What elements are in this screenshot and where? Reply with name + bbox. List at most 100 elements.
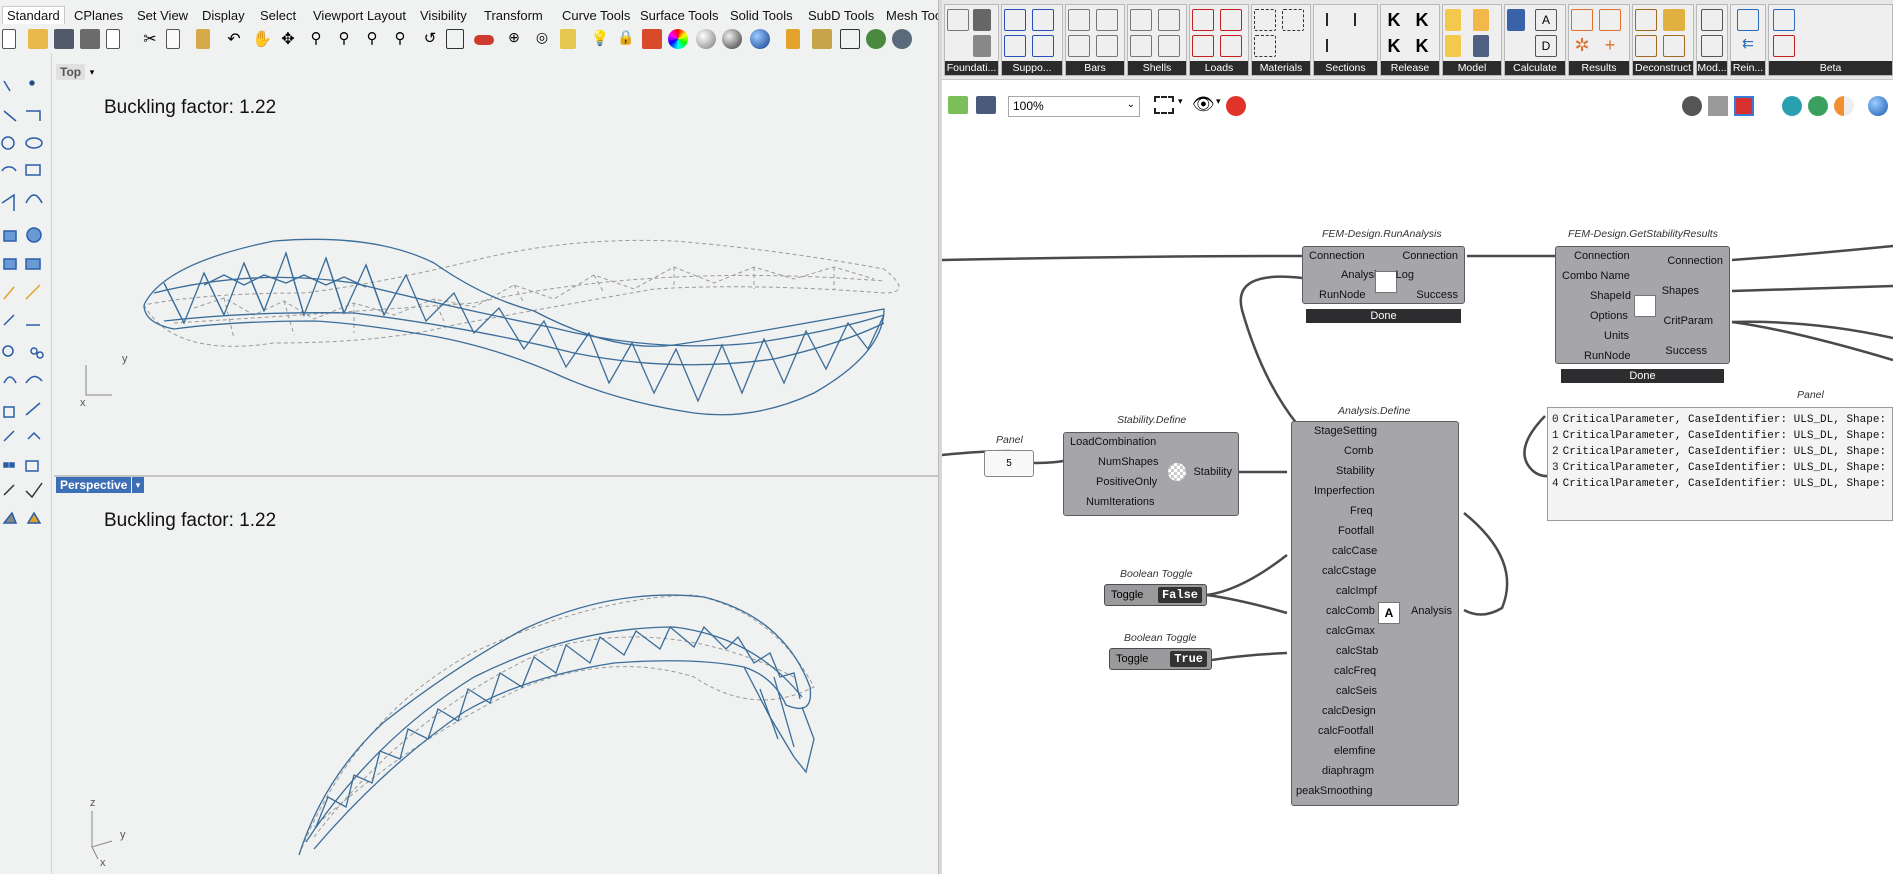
viewport-layout-icon[interactable]	[446, 29, 464, 49]
support-hinged-icon[interactable]	[1004, 35, 1026, 57]
model-open-icon[interactable]	[1473, 9, 1489, 31]
ribbon-group-shells[interactable]: Shells	[1127, 4, 1187, 76]
section-i-icon[interactable]: I	[1316, 9, 1338, 31]
ribbon-group-sections[interactable]: I I I Sections	[1313, 4, 1378, 76]
release-kfr-icon[interactable]: K	[1411, 35, 1433, 57]
new-file-icon[interactable]	[2, 29, 16, 49]
stability-results-component[interactable]: Connection Combo Name ShapeId Options Un…	[1555, 246, 1730, 364]
paste-icon[interactable]	[196, 29, 210, 49]
toggle-value[interactable]: True	[1170, 651, 1207, 667]
input-stagesetting[interactable]: StageSetting	[1314, 425, 1377, 437]
material-sphere-icon[interactable]	[750, 29, 770, 49]
light-bulb-icon[interactable]: 💡	[590, 29, 610, 49]
zoom-extents-icon[interactable]: ⚲	[362, 29, 382, 49]
rendered-sphere-icon[interactable]	[722, 29, 742, 49]
run-analysis-component[interactable]: Connection Analysis RunNode Connection L…	[1302, 246, 1465, 304]
input-comb[interactable]: Comb	[1344, 445, 1373, 457]
deconstruct-a-icon[interactable]	[1635, 9, 1657, 31]
color-wheel-icon[interactable]	[668, 29, 688, 49]
tab-viewport-layout[interactable]: Viewport Layout	[313, 8, 406, 23]
input-freq[interactable]: Freq	[1350, 505, 1373, 517]
dimension-icon[interactable]	[840, 29, 860, 49]
input-calccomb[interactable]: calcComb	[1326, 605, 1375, 617]
toggle-value[interactable]: False	[1157, 587, 1202, 603]
ribbon-group-materials[interactable]: Materials	[1251, 4, 1311, 76]
load-line-force-icon[interactable]	[1220, 9, 1242, 31]
tab-cplanes[interactable]: CPlanes	[74, 8, 123, 23]
input-calcgmax[interactable]: calcGmax	[1326, 625, 1375, 637]
load-point-force-icon[interactable]	[1192, 9, 1214, 31]
modify-b-icon[interactable]	[1701, 35, 1723, 57]
tab-display[interactable]: Display	[202, 8, 245, 23]
output-success[interactable]: Success	[1416, 289, 1458, 301]
calculator-icon[interactable]	[1507, 9, 1525, 31]
input-footfall[interactable]: Footfall	[1338, 525, 1374, 537]
support-rigid-icon[interactable]	[1032, 9, 1054, 31]
chevron-down-icon[interactable]: ▾	[1178, 96, 1183, 107]
bar-truss-icon[interactable]	[1068, 35, 1090, 57]
car-icon[interactable]	[474, 35, 494, 45]
left-tool-icons[interactable]	[0, 63, 52, 583]
blue-sphere-icon[interactable]	[1868, 96, 1888, 116]
output-connection[interactable]: Connection	[1402, 250, 1458, 262]
section-get-icon[interactable]: I	[1316, 35, 1338, 57]
grasshopper-icon[interactable]	[892, 29, 912, 49]
save-file-icon[interactable]	[976, 96, 996, 114]
tab-transform[interactable]: Transform	[484, 8, 543, 23]
layers-icon[interactable]	[642, 29, 662, 49]
results-point-icon[interactable]	[1571, 9, 1593, 31]
input-calcimpf[interactable]: calcImpf	[1336, 585, 1377, 597]
save-icon[interactable]	[54, 29, 74, 49]
material-database-icon[interactable]	[1282, 9, 1304, 31]
pan-hand-icon[interactable]: ✋	[252, 29, 272, 49]
output-connection[interactable]: Connection	[1667, 255, 1723, 267]
ribbon-group-release[interactable]: K K K K Release	[1380, 4, 1440, 76]
input-connection[interactable]: Connection	[1309, 250, 1365, 262]
deconstruct-b-icon[interactable]	[1663, 9, 1685, 31]
tools-icon[interactable]	[812, 29, 832, 49]
tab-solid-tools[interactable]: Solid Tools	[730, 8, 793, 23]
sketch-pen-icon[interactable]	[1226, 96, 1246, 116]
input-connection[interactable]: Connection	[1574, 250, 1630, 262]
input-calcseis[interactable]: calcSeis	[1336, 685, 1377, 697]
release-kf-icon[interactable]: K	[1383, 35, 1405, 57]
ribbon-group-beta[interactable]: Beta	[1768, 4, 1893, 76]
preview-off-icon[interactable]	[1682, 96, 1702, 116]
zoom-extents-icon[interactable]	[1154, 96, 1174, 114]
gh-canvas[interactable]: FEM-Design.RunAnalysis Connection Analys…	[942, 120, 1893, 874]
chevron-down-icon[interactable]: ▾	[1216, 96, 1221, 107]
shell-profiled-icon[interactable]	[1158, 35, 1180, 57]
input-options[interactable]: Options	[1590, 310, 1628, 322]
tab-visibility[interactable]: Visibility	[420, 8, 467, 23]
deconstruct-d-icon[interactable]	[1663, 35, 1685, 57]
tab-set-view[interactable]: Set View	[137, 8, 188, 23]
input-peaksmoothing[interactable]: peakSmoothing	[1296, 785, 1372, 797]
input-units[interactable]: Units	[1604, 330, 1629, 342]
input-calccase[interactable]: calcCase	[1332, 545, 1377, 557]
tab-curve-tools[interactable]: Curve Tools	[562, 8, 630, 23]
ribbon-group-loads[interactable]: Loads	[1189, 4, 1249, 76]
support-point-icon[interactable]	[1004, 9, 1026, 31]
results-gear-icon[interactable]: ✲	[1571, 35, 1593, 57]
tab-mesh-tools[interactable]: Mesh Too	[886, 8, 938, 23]
material-get-icon[interactable]	[1254, 35, 1276, 57]
input-elemfine[interactable]: elemfine	[1334, 745, 1376, 757]
input-runnode[interactable]: RunNode	[1584, 350, 1630, 362]
boolean-toggle-true[interactable]: Toggle True	[1109, 648, 1212, 670]
analysis-a-icon[interactable]: A	[1535, 9, 1557, 31]
open-folder-icon[interactable]	[28, 29, 48, 49]
input-numiterations[interactable]: NumIterations	[1086, 496, 1154, 508]
orange-icon[interactable]	[1834, 96, 1854, 116]
target-icon[interactable]: ◎	[532, 29, 552, 49]
lock-icon[interactable]: 🔒	[616, 29, 636, 49]
stability-define-component[interactable]: LoadCombination NumShapes PositiveOnly N…	[1063, 432, 1239, 516]
results-plus-icon[interactable]: +	[1599, 35, 1621, 57]
tab-standard[interactable]: Standard	[2, 6, 65, 24]
output-critparam[interactable]: CritParam	[1663, 315, 1713, 327]
model-add-icon[interactable]	[1445, 35, 1461, 57]
globe-icon[interactable]	[866, 29, 886, 49]
input-loadcombination[interactable]: LoadCombination	[1070, 436, 1156, 448]
preview-shaded-icon[interactable]	[1734, 96, 1754, 116]
shell-surface-icon[interactable]	[1130, 35, 1152, 57]
foundation-block-icon[interactable]	[973, 9, 991, 31]
